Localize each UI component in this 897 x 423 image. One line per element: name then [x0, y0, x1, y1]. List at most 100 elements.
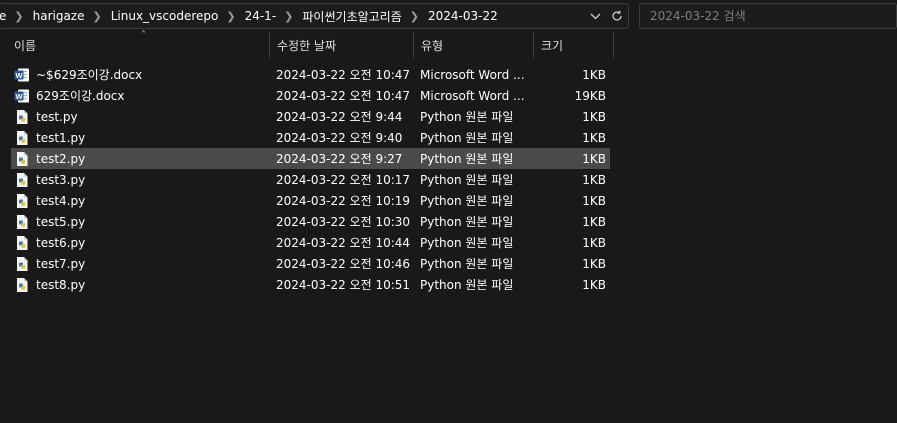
file-date: 2024-03-22 오전 9:44 [276, 110, 403, 124]
file-name: test3.py [36, 172, 86, 187]
file-date: 2024-03-22 오전 10:47 [276, 68, 411, 82]
file-row[interactable]: test.py 2024-03-22 오전 9:44 Python 원본 파일 1KB [11, 106, 610, 127]
history-dropdown-icon[interactable] [584, 5, 606, 27]
breadcrumb-item[interactable]: 2024-03-22 [428, 9, 498, 23]
column-header-type[interactable]: 유형 [414, 32, 534, 58]
breadcrumb-item[interactable]: harigaze [33, 9, 85, 23]
file-date: 2024-03-22 오전 9:40 [276, 131, 403, 145]
file-name: test5.py [36, 214, 86, 229]
file-type: Python 원본 파일 [420, 278, 514, 292]
file-size: 1KB [582, 109, 606, 124]
file-name-cell[interactable]: test6.py [14, 232, 270, 253]
python-file-icon [14, 235, 30, 251]
column-label-size: 크기 [541, 38, 564, 53]
file-row[interactable]: W ~$629조이강.docx 2024-03-22 오전 10:47 Microso… [11, 64, 610, 85]
file-name-cell[interactable]: W ~$629조이강.docx [14, 64, 270, 85]
python-file-icon [14, 277, 30, 293]
file-size: 1KB [582, 151, 606, 166]
file-name: test2.py [36, 151, 86, 166]
column-header-name[interactable]: 이름 ˄ [7, 30, 270, 58]
file-type: Python 원본 파일 [420, 194, 514, 208]
file-date: 2024-03-22 오전 10:51 [276, 278, 411, 292]
file-type: Python 원본 파일 [420, 236, 514, 250]
file-row[interactable]: W 629조이강.docx 2024-03-22 오전 10:47 Microsoft… [11, 85, 610, 106]
file-name-cell[interactable]: test7.py [14, 253, 270, 274]
python-file-icon [14, 109, 30, 125]
file-name-cell[interactable]: W 629조이강.docx [14, 85, 270, 106]
svg-text:W: W [15, 70, 23, 79]
svg-text:W: W [15, 91, 23, 100]
column-header: 이름 ˄ 수정한 날짜 유형 크기 [0, 30, 897, 58]
file-date: 2024-03-22 오전 10:47 [276, 89, 411, 103]
file-name-cell[interactable]: test1.py [14, 127, 270, 148]
python-file-icon [14, 151, 30, 167]
file-row[interactable]: test5.py 2024-03-22 오전 10:30 Python 원본 파일 1… [11, 211, 610, 232]
file-row[interactable]: test3.py 2024-03-22 오전 10:17 Python 원본 파일 1… [11, 169, 610, 190]
file-date: 2024-03-22 오전 10:19 [276, 194, 411, 208]
file-row[interactable]: test2.py 2024-03-22 오전 9:27 Python 원본 파일 1K… [11, 148, 610, 169]
column-header-size[interactable]: 크기 [534, 32, 614, 58]
chevron-right-icon[interactable]: ❯ [93, 10, 102, 23]
file-size: 1KB [582, 67, 606, 82]
file-row[interactable]: test7.py 2024-03-22 오전 10:46 Python 원본 파일 1… [11, 253, 610, 274]
file-size: 1KB [582, 277, 606, 292]
address-bar[interactable]: e ❯ harigaze ❯ Linux_vscoderepo ❯ 24-1- … [0, 3, 629, 29]
file-type: Microsoft Word ... [420, 67, 525, 82]
chevron-right-icon[interactable]: ❯ [14, 10, 23, 23]
file-name: test8.py [36, 277, 86, 292]
sort-ascending-icon: ˄ [141, 30, 146, 41]
file-name-cell[interactable]: test8.py [14, 274, 270, 295]
file-size: 1KB [582, 193, 606, 208]
search-input[interactable] [650, 9, 896, 23]
python-file-icon [14, 256, 30, 272]
file-date: 2024-03-22 오전 9:27 [276, 152, 403, 166]
python-file-icon [14, 193, 30, 209]
chevron-right-icon[interactable]: ❯ [410, 10, 419, 23]
word-doc-icon: W [14, 88, 30, 104]
breadcrumb-item[interactable]: Linux_vscoderepo [111, 9, 219, 23]
file-type: Python 원본 파일 [420, 152, 514, 166]
file-row[interactable]: test4.py 2024-03-22 오전 10:19 Python 원본 파일 1… [11, 190, 610, 211]
file-size: 1KB [582, 235, 606, 250]
file-type: Python 원본 파일 [420, 215, 514, 229]
file-name: test6.py [36, 235, 86, 250]
breadcrumb-item[interactable]: 파이썬기초알고리즘 [302, 8, 401, 25]
file-name-cell[interactable]: test4.py [14, 190, 270, 211]
column-label-name: 이름 [14, 38, 37, 53]
file-row[interactable]: test6.py 2024-03-22 오전 10:44 Python 원본 파일 1… [11, 232, 610, 253]
breadcrumb-item[interactable]: e [0, 9, 6, 23]
file-size: 1KB [582, 130, 606, 145]
file-type: Microsoft Word ... [420, 88, 525, 103]
column-header-date[interactable]: 수정한 날짜 [270, 32, 414, 58]
file-name: ~$629조이강.docx [36, 68, 143, 82]
refresh-icon[interactable] [606, 5, 628, 27]
breadcrumb-item[interactable]: 24-1- [245, 9, 277, 23]
address-toolbar: e ❯ harigaze ❯ Linux_vscoderepo ❯ 24-1- … [0, 0, 897, 32]
breadcrumb: e ❯ harigaze ❯ Linux_vscoderepo ❯ 24-1- … [0, 4, 584, 28]
file-date: 2024-03-22 오전 10:44 [276, 236, 411, 250]
file-type: Python 원본 파일 [420, 257, 514, 271]
file-name-cell[interactable]: test.py [14, 106, 270, 127]
file-name-cell[interactable]: test5.py [14, 211, 270, 232]
chevron-right-icon[interactable]: ❯ [226, 10, 235, 23]
file-row[interactable]: test8.py 2024-03-22 오전 10:51 Python 원본 파일 1… [11, 274, 610, 295]
file-name-cell[interactable]: test3.py [14, 169, 270, 190]
file-name: test1.py [36, 130, 86, 145]
file-size: 1KB [582, 256, 606, 271]
file-type: Python 원본 파일 [420, 173, 514, 187]
chevron-right-icon[interactable]: ❯ [284, 10, 293, 23]
column-label-type: 유형 [421, 38, 444, 53]
file-name: test7.py [36, 256, 86, 271]
file-name: 629조이강.docx [36, 89, 125, 103]
file-type: Python 원본 파일 [420, 110, 514, 124]
python-file-icon [14, 172, 30, 188]
file-size: 19KB [574, 88, 606, 103]
file-type: Python 원본 파일 [420, 131, 514, 145]
search-box[interactable] [639, 3, 897, 29]
file-date: 2024-03-22 오전 10:30 [276, 215, 411, 229]
word-doc-icon: W [14, 67, 30, 83]
file-name-cell[interactable]: test2.py [14, 148, 270, 169]
file-row[interactable]: test1.py 2024-03-22 오전 9:40 Python 원본 파일 1K… [11, 127, 610, 148]
file-size: 1KB [582, 214, 606, 229]
column-label-date: 수정한 날짜 [277, 38, 337, 53]
